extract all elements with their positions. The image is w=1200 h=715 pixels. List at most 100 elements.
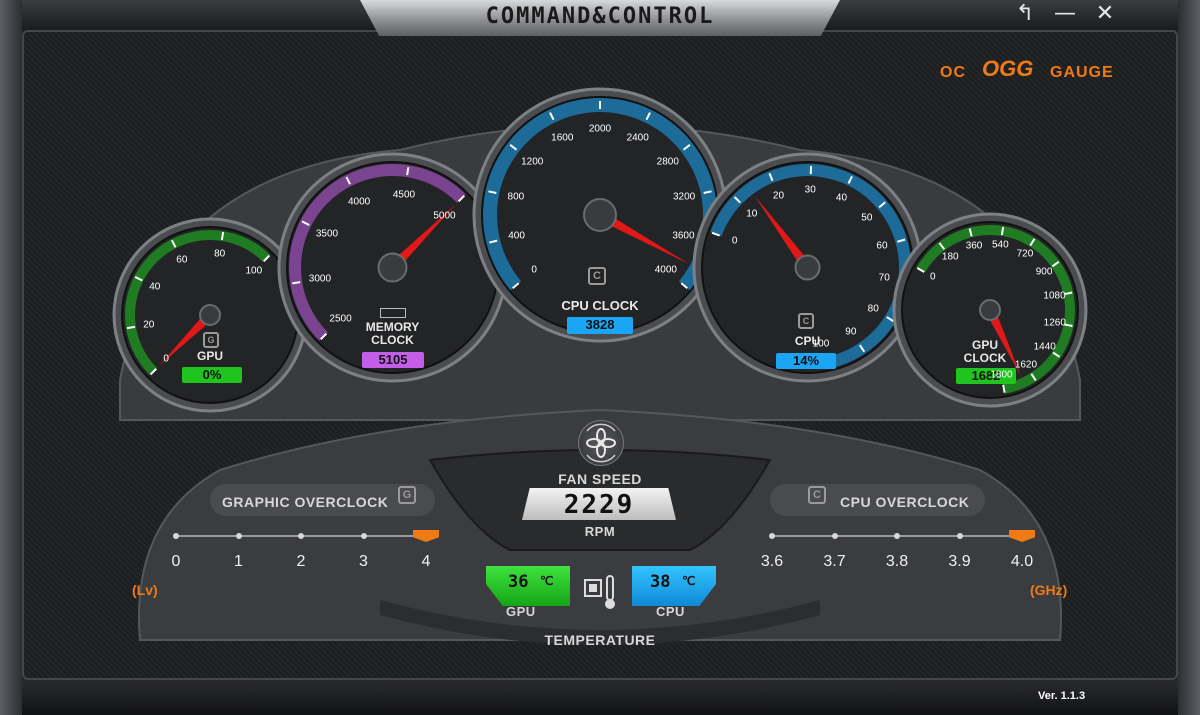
gpu-temperature-label: GPU (506, 604, 536, 619)
minimize-button[interactable]: — (1050, 2, 1080, 26)
gpu-tick-label: 60 (176, 254, 188, 266)
memory-tick-label: 3500 (315, 228, 339, 240)
window-frame-right (1178, 0, 1200, 715)
fan-speed-display: 2229 (522, 488, 676, 520)
cpu_clock-tick-label: 4000 (654, 264, 677, 276)
cpu_clock-tick-label: 1200 (521, 156, 544, 168)
fan-icon[interactable] (578, 420, 624, 466)
gpu-tick-label: 100 (245, 265, 263, 277)
window-title: COMMAND&CONTROL (485, 4, 715, 29)
gpu-tick (126, 325, 136, 330)
logo-text-ogg: OGG (982, 56, 1034, 81)
gpu-tick-label: 80 (214, 248, 226, 260)
gpu-hub (199, 304, 221, 326)
gpu-tick-label: 40 (149, 281, 161, 293)
memory-chip-icon (380, 308, 406, 318)
gpu_clock-tick-label: 540 (991, 239, 1009, 251)
cpu-tick-label: 60 (876, 240, 888, 252)
cpu-tick-label: 70 (878, 272, 890, 284)
cpu_clock-tick-label: 800 (507, 191, 525, 203)
gpu_clock-tick-label: 0 (930, 271, 936, 283)
graphic_overclock-level-label[interactable]: 3 (359, 553, 368, 571)
cpu-overclock-slider[interactable]: 3.6 3.7 3.8 3.9 4.0 (761, 527, 1042, 577)
graphic_overclock-stop[interactable] (298, 533, 304, 539)
gpu_clock-tick-label: 1620 (1014, 359, 1038, 371)
gpu-tick-label: 20 (143, 319, 155, 331)
graphic_overclock-level-label[interactable]: 0 (172, 553, 181, 571)
memory-clock-readout: 5105 (362, 352, 424, 368)
gpu-chip-icon: G (203, 332, 219, 348)
memory-tick (292, 281, 301, 285)
fan-speed-unit: RPM (584, 524, 616, 539)
graphic-overclock-title: GRAPHIC OVERCLOCK (222, 494, 389, 510)
cpu-clock-readout: 3828 (567, 317, 633, 334)
cpu_overclock-stop[interactable] (769, 533, 775, 539)
temperature-label: TEMPERATURE (544, 632, 656, 648)
graphic-overclock-slider[interactable]: 0 1 2 3 4 (172, 527, 446, 577)
gpu_clock-tick-label: 1440 (1033, 341, 1056, 353)
cpu_clock-tick-label: 400 (508, 230, 525, 242)
graphic_overclock-level-label[interactable]: 1 (234, 553, 243, 571)
cpu-chip-icon: C (798, 313, 814, 329)
memory-tick-label: 5000 (433, 210, 456, 222)
cpu-overclock-unit: (GHz) (1030, 582, 1068, 598)
gpu_clock-tick-label: 1260 (1043, 317, 1066, 329)
gpu_clock-tick-label: 720 (1016, 248, 1034, 260)
graphic_overclock-stop[interactable] (173, 533, 179, 539)
graphic_overclock-level-label[interactable]: 4 (422, 553, 431, 571)
window-frame-bottom (0, 680, 1200, 715)
back-button[interactable]: ↰ (1010, 2, 1040, 26)
cpu-tick-label: 50 (861, 212, 873, 224)
graphic_overclock-stop[interactable] (360, 533, 367, 539)
gpu_clock-tick-label: 1080 (1043, 290, 1066, 302)
cpu_clock-tick-label: 0 (531, 264, 537, 276)
cpu-tick-label: 40 (835, 192, 848, 204)
gpu-tick (220, 231, 225, 241)
gpu_clock-tick (1002, 384, 1006, 393)
graphic_overclock-stop[interactable] (235, 533, 242, 539)
version-label: Ver. 1.1.3 (1038, 690, 1086, 702)
cpu-tick-label: 90 (845, 326, 857, 338)
graphic-overclock-gpu-icon: G (398, 486, 416, 504)
gpu-temperature-badge: 36 ℃ (486, 566, 570, 606)
gpu_clock-tick-label: 1800 (990, 369, 1013, 381)
thermometer-chip-icon (582, 572, 620, 612)
cpu_overclock-stop[interactable] (956, 533, 963, 539)
gpu_clock-hub (979, 299, 1001, 321)
gpu_clock-tick-label: 900 (1035, 266, 1053, 278)
gpu_clock-tick (1000, 226, 1005, 236)
cpu-tick-label: 100 (812, 338, 830, 350)
cpu_clock-tick-label: 2000 (588, 123, 612, 135)
cpu_clock-hub (583, 198, 617, 232)
gpu-temperature-value: 36 (508, 572, 529, 592)
cpu_overclock-stop[interactable] (831, 533, 838, 539)
close-button[interactable]: ✕ (1090, 2, 1120, 26)
cpu_clock-tick-label: 2400 (626, 132, 649, 144)
cpu_overclock-stop[interactable] (894, 533, 900, 539)
gpu_clock-tick-label: 180 (941, 251, 959, 263)
cpu_overclock-level-label[interactable]: 4.0 (1011, 553, 1033, 571)
cpu-temperature-value: 38 (650, 572, 671, 592)
memory-tick-label: 4000 (348, 196, 371, 208)
cpu-temperature-unit: ℃ (682, 574, 696, 588)
app-window: COMMAND&CONTROL ↰ — ✕ OC OGG GAUGE G GPU… (0, 0, 1200, 715)
graphic_overclock-level-label[interactable]: 2 (297, 553, 306, 571)
logo-text-gauge: GAUGE (1050, 64, 1114, 81)
gpu-clock-gauge: GPU CLOCK 1682 0 180 360 540 720 900 1080 1260 1… (890, 210, 1090, 410)
cpu-usage-readout: 14% (776, 353, 836, 369)
cpu_overclock-level-label[interactable]: 3.7 (823, 553, 845, 571)
memory-tick-label: 4500 (392, 189, 416, 201)
cpu_overclock-level-label[interactable]: 3.9 (948, 553, 970, 571)
cpu_overclock-level-label[interactable]: 3.8 (886, 553, 908, 571)
cpu-overclock-title: CPU OVERCLOCK (840, 494, 970, 510)
graphic-overclock-unit: (Lv) (132, 582, 158, 598)
cpu-tick-label: 0 (731, 235, 738, 247)
cpu_overclock-level-label[interactable]: 3.6 (761, 553, 783, 571)
cpu_overclock-handle[interactable] (1009, 530, 1035, 542)
graphic_overclock-handle[interactable] (413, 530, 439, 542)
cpu-clock-chip-icon: C (588, 267, 606, 285)
cpu-hub (794, 254, 821, 281)
memory-tick-label: 3000 (308, 273, 332, 285)
cpu-tick-label: 80 (867, 303, 879, 315)
cpu-tick-label: 10 (746, 208, 758, 220)
